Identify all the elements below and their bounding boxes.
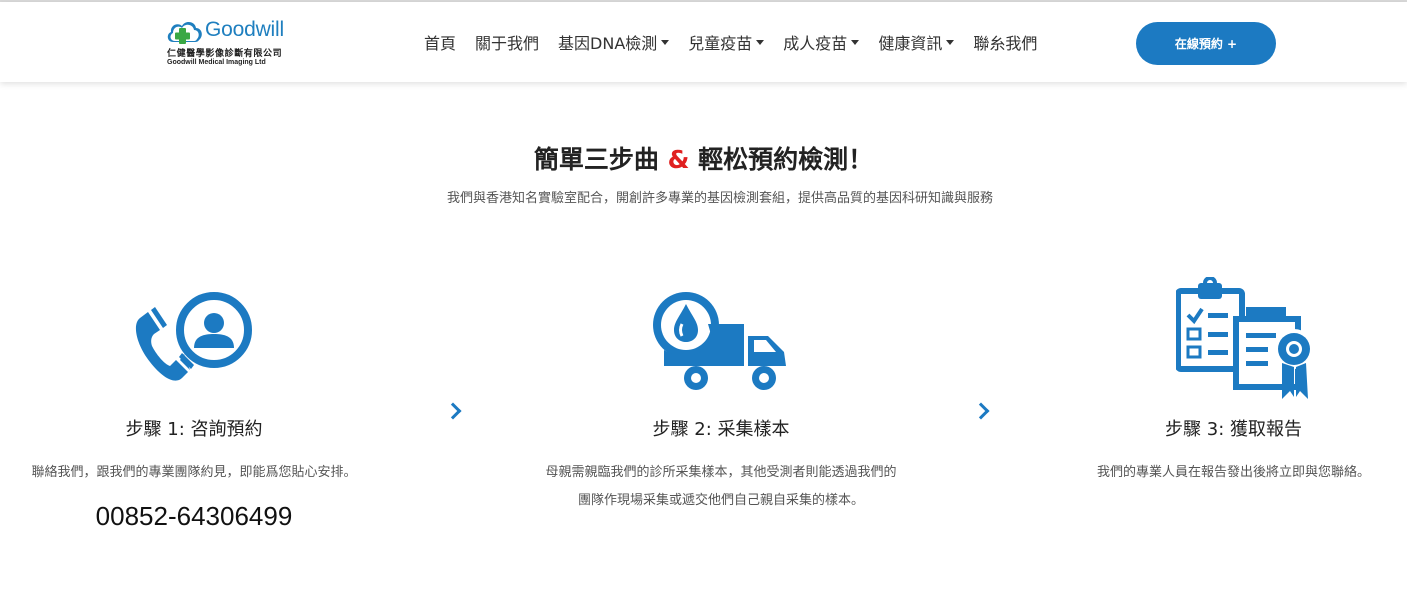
delivery-truck-icon	[653, 292, 786, 390]
step-description: 聯絡我們，跟我們的專業團隊約見，即能爲您貼心安排。	[31, 465, 357, 480]
title-part-1: 簡單三步曲	[533, 145, 668, 174]
chevron-down-icon	[661, 39, 670, 45]
nav-item-adult-vaccine[interactable]: 成人疫苗	[783, 30, 860, 54]
nav-item-label: 關于我們	[475, 34, 540, 53]
nav-item-label: 兒童疫苗	[688, 34, 753, 53]
nav-item-contact[interactable]: 聯糸我們	[973, 30, 1037, 54]
step-description-line: 母親需親臨我們的診所采集樣本，其他受測者則能透過我們的	[545, 465, 897, 480]
phone-contact-icon	[135, 292, 252, 381]
nav-item-about[interactable]: 關于我們	[475, 30, 539, 54]
nav-item-dna-testing[interactable]: 基因DNA檢測	[558, 30, 670, 54]
logo-subtitle-en: Goodwill Medical Imaging Ltd	[167, 59, 266, 66]
nav-item-child-vaccine[interactable]: 兒童疫苗	[688, 30, 765, 54]
step-title: 步驟 1: 咨詢預約	[125, 419, 263, 440]
step-next-arrow-1[interactable]	[444, 402, 462, 420]
logo-cross-icon	[167, 22, 202, 44]
nav-item-label: 成人疫苗	[783, 34, 848, 53]
nav-item-health-info[interactable]: 健康資訊	[878, 30, 955, 54]
chevron-down-icon	[946, 39, 955, 45]
step-1: 步驟 1: 咨詢預約 聯絡我們，跟我們的專業團隊約見，即能爲您貼心安排。 008…	[0, 415, 388, 532]
page-subtitle: 我們與香港知名實驗室配合，開創許多專業的基因檢測套組，提供高品質的基因科研知識與…	[446, 191, 993, 206]
report-certificate-icon	[1176, 277, 1314, 399]
site-header: Goodwill 仁健醫學影像診斷有限公司 Goodwill Medical I…	[0, 2, 1407, 82]
main-nav: 首頁 關于我們 基因DNA檢測 兒童疫苗 成人疫苗 健康資訊 聯糸我們	[424, 30, 1056, 54]
phone-number[interactable]: 00852-64306499	[0, 501, 388, 532]
step-next-arrow-2[interactable]	[972, 402, 990, 420]
step-title: 步驟 2: 采集樣本	[652, 419, 790, 440]
title-part-2: 輕松預約檢測！	[689, 145, 874, 174]
nav-item-label: 首頁	[424, 34, 457, 53]
nav-item-home[interactable]: 首頁	[424, 30, 456, 54]
title-ampersand: &	[667, 145, 690, 174]
nav-item-label: 健康資訊	[878, 34, 943, 53]
step-3: 步驟 3: 獲取報告 我們的專業人員在報告發出後將立即與您聯絡。	[1060, 415, 1407, 487]
chevron-down-icon	[756, 39, 765, 45]
nav-item-label: 聯糸我們	[973, 34, 1038, 53]
nav-item-label: 基因DNA檢測	[558, 34, 658, 53]
online-booking-label: 在線預約 +	[1174, 37, 1238, 51]
logo[interactable]: Goodwill 仁健醫學影像診斷有限公司 Goodwill Medical I…	[165, 16, 290, 72]
logo-name: Goodwill	[205, 18, 284, 41]
step-2: 步驟 2: 采集樣本 母親需親臨我們的診所采集樣本，其他受測者則能透過我們的 團…	[470, 415, 972, 515]
logo-subtitle-cn: 仁健醫學影像診斷有限公司	[167, 49, 283, 59]
step-description: 我們的專業人員在報告發出後將立即與您聯絡。	[1096, 465, 1370, 480]
chevron-down-icon	[851, 39, 860, 45]
online-booking-button[interactable]: 在線預約 +	[1136, 22, 1276, 65]
page-title: 簡單三步曲 & 輕松預約檢測！	[0, 140, 1407, 176]
step-description-line: 團隊作現場采集或遞交他們自己親自采集的樣本。	[577, 493, 864, 508]
step-title: 步驟 3: 獲取報告	[1165, 419, 1302, 440]
